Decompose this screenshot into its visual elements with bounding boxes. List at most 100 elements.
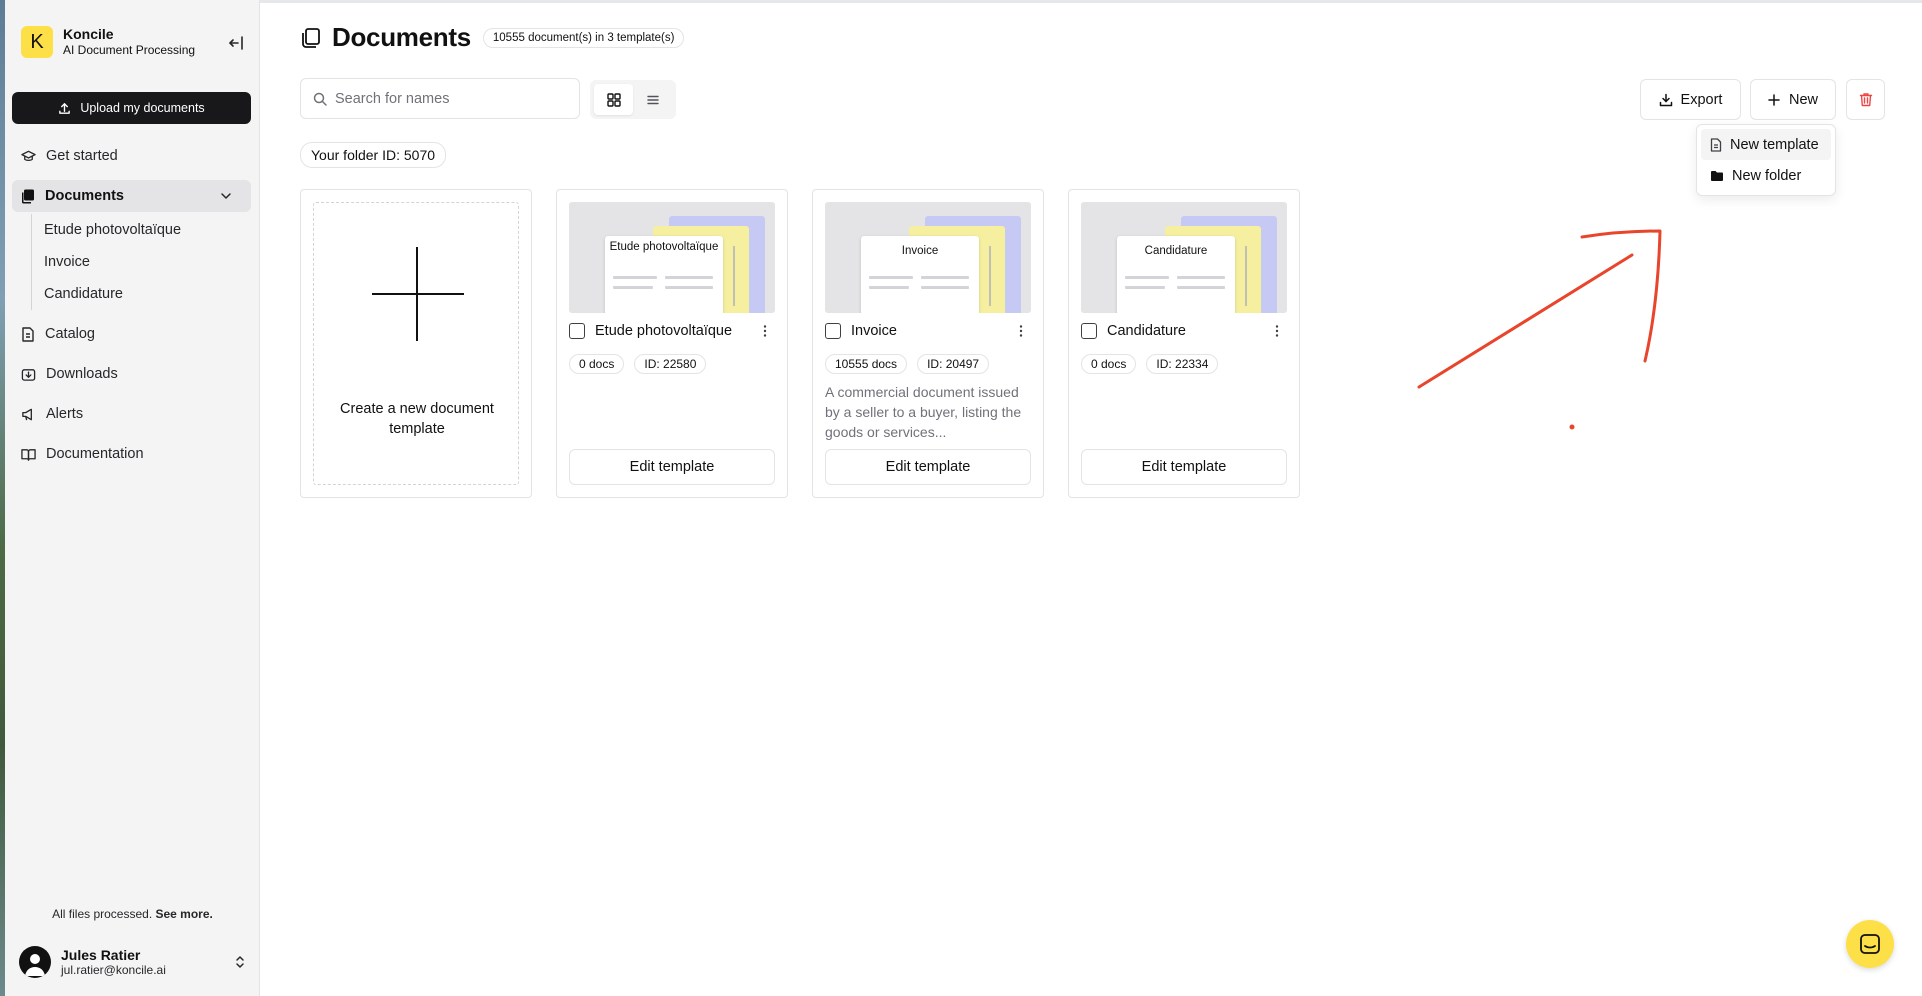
see-more-link[interactable]: See more. — [156, 907, 213, 921]
trash-icon — [1859, 93, 1872, 107]
chat-icon — [1860, 934, 1880, 954]
thumbnail-title: Etude photovoltaïque — [609, 241, 719, 253]
collapse-sidebar-icon[interactable] — [227, 34, 245, 52]
grid-icon — [606, 92, 621, 107]
brand-logo: K — [21, 26, 53, 58]
template-name: Etude photovoltaïque — [595, 323, 733, 339]
sidebar-item-label: Documentation — [46, 446, 144, 462]
status-text: All files processed. — [52, 907, 153, 921]
edit-template-button[interactable]: Edit template — [1081, 449, 1287, 485]
template-thumbnail[interactable]: Candidature — [1081, 202, 1287, 313]
sidebar-item-label: Catalog — [45, 326, 95, 342]
new-template-menu-item[interactable]: New template — [1701, 129, 1831, 160]
menu-item-label: New folder — [1732, 167, 1802, 184]
more-vertical-icon[interactable] — [1013, 323, 1029, 339]
documents-icon — [302, 27, 320, 48]
user-menu[interactable]: Jules Ratier jul.ratier@koncile.ai — [19, 946, 247, 978]
export-button[interactable]: Export — [1640, 79, 1741, 120]
new-label: New — [1788, 91, 1818, 108]
top-divider — [260, 0, 1922, 3]
document-count-badge: 10555 document(s) in 3 template(s) — [482, 27, 685, 48]
subnav-item-etude[interactable]: Etude photovoltaïque — [32, 214, 251, 246]
template-card: Etude photovoltaïque Etude photovoltaïqu… — [556, 189, 788, 498]
sidebar-item-catalog[interactable]: Catalog — [12, 318, 251, 350]
template-thumbnail[interactable]: Etude photovoltaïque — [569, 202, 775, 313]
sidebar-item-downloads[interactable]: Downloads — [12, 358, 251, 390]
template-id-badge: ID: 20497 — [917, 354, 990, 374]
book-icon — [21, 448, 36, 461]
new-folder-menu-item[interactable]: New folder — [1701, 160, 1831, 191]
search-icon — [313, 92, 327, 106]
upload-label: Upload my documents — [80, 101, 205, 115]
user-email: jul.ratier@koncile.ai — [61, 962, 166, 977]
upload-documents-button[interactable]: Upload my documents — [12, 92, 251, 124]
create-template-card: Create a new document template — [300, 189, 532, 498]
template-card: Candidature Candidature 0 docs ID: 22334… — [1068, 189, 1300, 498]
documents-icon — [22, 189, 34, 203]
select-checkbox[interactable] — [825, 323, 841, 339]
grid-view-button[interactable] — [594, 84, 633, 115]
sidebar-item-get-started[interactable]: Get started — [12, 140, 251, 172]
file-icon — [1710, 137, 1722, 152]
template-card: Invoice Invoice 10555 docs ID: 20497 A c… — [812, 189, 1044, 498]
create-template-button[interactable]: Create a new document template — [313, 202, 519, 485]
sidebar-nav: Get started Documents Etude photovoltaïq… — [12, 140, 251, 478]
documents-subnav: Etude photovoltaïque Invoice Candidature — [31, 214, 251, 310]
new-dropdown-menu: New template New folder — [1696, 124, 1836, 196]
template-id-badge: ID: 22334 — [1146, 354, 1219, 374]
view-toggle — [590, 80, 676, 119]
sidebar-item-documents[interactable]: Documents — [12, 180, 251, 212]
delete-button[interactable] — [1846, 79, 1885, 120]
subnav-item-invoice[interactable]: Invoice — [32, 246, 251, 278]
docs-count-badge: 10555 docs — [825, 354, 908, 374]
thumbnail-title: Candidature — [1144, 245, 1208, 257]
page-header: Documents 10555 document(s) in 3 templat… — [300, 22, 685, 53]
sidebar-item-label: Documents — [45, 188, 124, 204]
template-description: A commercial document issued by a seller… — [825, 384, 1022, 440]
template-thumbnail[interactable]: Invoice — [825, 202, 1031, 313]
avatar — [19, 946, 51, 978]
support-chat-button[interactable] — [1846, 920, 1894, 968]
select-checkbox[interactable] — [1081, 323, 1097, 339]
megaphone-icon — [22, 408, 32, 420]
new-button[interactable]: New — [1750, 79, 1836, 120]
create-template-label: Create a new document template — [340, 401, 494, 437]
chevron-down-icon[interactable] — [219, 189, 233, 203]
sidebar-item-alerts[interactable]: Alerts — [12, 398, 251, 430]
edit-template-button[interactable]: Edit template — [825, 449, 1031, 485]
brand-name: Koncile — [63, 26, 114, 42]
page-title: Documents — [332, 22, 471, 52]
download-icon — [1659, 93, 1672, 106]
list-icon — [646, 95, 659, 104]
docs-count-badge: 0 docs — [1081, 354, 1137, 374]
template-name: Candidature — [1107, 323, 1186, 339]
edit-template-button[interactable]: Edit template — [569, 449, 775, 485]
plus-icon — [1768, 93, 1780, 106]
graduation-cap-icon — [21, 150, 36, 161]
subnav-item-candidature[interactable]: Candidature — [32, 278, 251, 310]
search-input[interactable] — [335, 90, 565, 107]
list-view-button[interactable] — [633, 84, 672, 115]
sidebar-item-label: Alerts — [46, 406, 84, 422]
sidebar-item-label: Get started — [46, 148, 118, 164]
brand: K Koncile AI Document Processing — [21, 26, 195, 58]
sidebar-item-documentation[interactable]: Documentation — [12, 438, 251, 470]
user-name: Jules Ratier — [61, 946, 141, 963]
more-vertical-icon[interactable] — [757, 323, 773, 339]
select-checkbox[interactable] — [569, 323, 585, 339]
template-id-badge: ID: 22580 — [634, 354, 707, 374]
more-vertical-icon[interactable] — [1269, 323, 1285, 339]
search-field[interactable] — [300, 78, 580, 119]
files-status: All files processed. See more. — [5, 907, 260, 921]
sidebar: K Koncile AI Document Processing Upload … — [5, 0, 260, 996]
folder-icon — [1711, 170, 1723, 181]
thumbnail-title: Invoice — [901, 245, 939, 257]
chevrons-up-down-icon[interactable] — [233, 954, 247, 970]
template-name: Invoice — [851, 323, 897, 339]
upload-icon — [59, 102, 71, 114]
docs-count-badge: 0 docs — [569, 354, 625, 374]
catalog-icon — [22, 326, 34, 342]
sidebar-item-label: Downloads — [46, 366, 118, 382]
folder-id-badge: Your folder ID: 5070 — [300, 142, 447, 168]
brand-subtitle: AI Document Processing — [63, 43, 196, 57]
